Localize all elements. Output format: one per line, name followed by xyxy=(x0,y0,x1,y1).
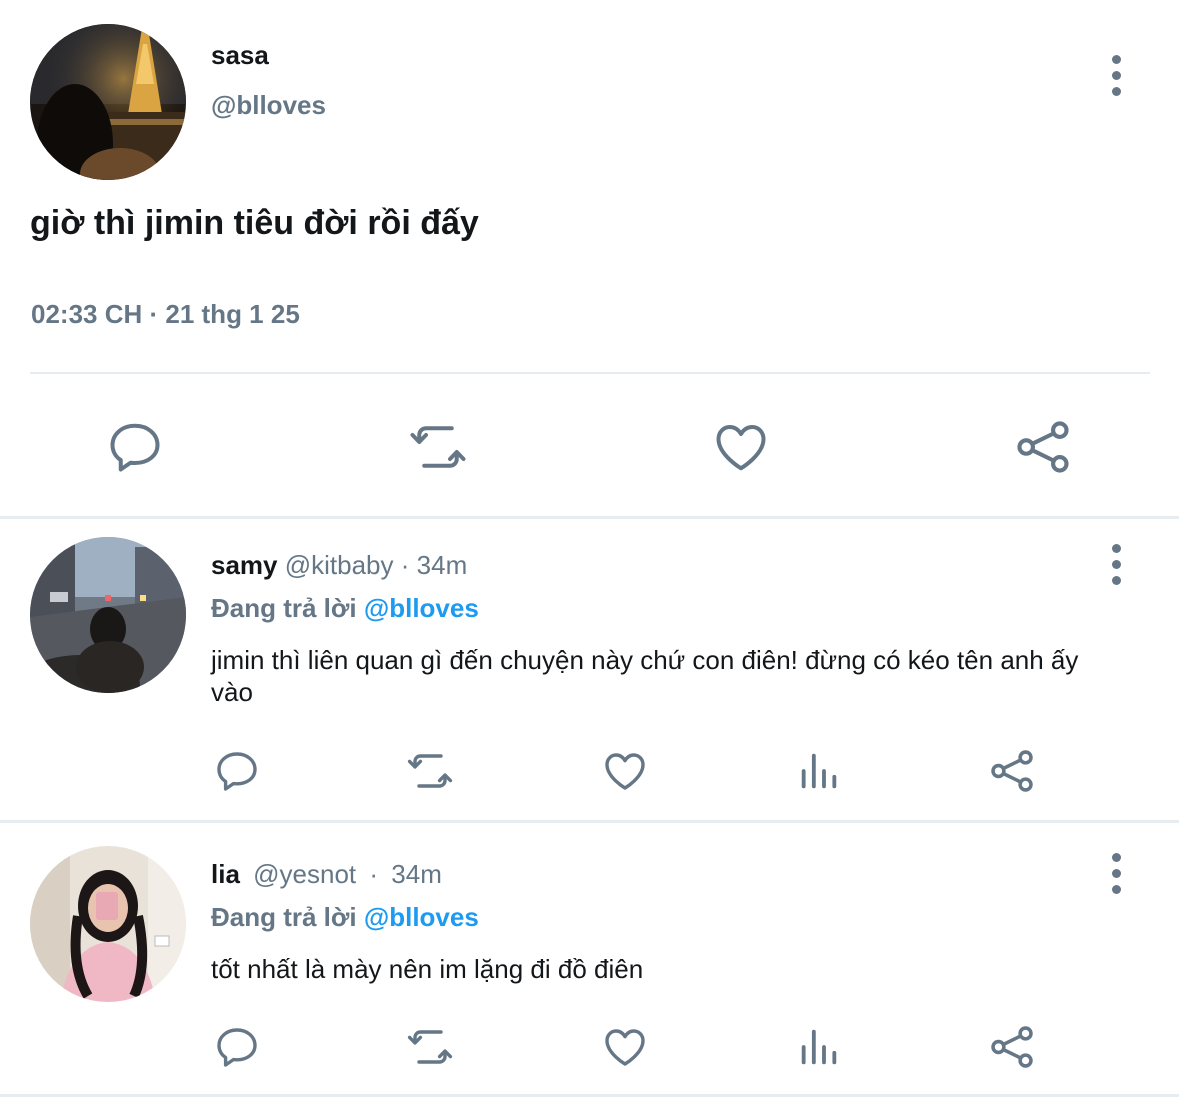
more-options-icon[interactable] xyxy=(1096,843,1136,903)
reply-icon[interactable] xyxy=(210,1020,264,1074)
avatar[interactable] xyxy=(30,24,186,180)
author-name[interactable]: samy xyxy=(211,550,278,580)
selfie-photo xyxy=(30,846,186,1002)
separator-dot: · xyxy=(369,859,379,889)
reply-icon[interactable] xyxy=(100,412,170,482)
reply-icon[interactable] xyxy=(210,744,264,798)
author-handle[interactable]: @kitbaby xyxy=(285,550,394,580)
like-icon[interactable] xyxy=(597,1020,653,1074)
reply-time[interactable]: 34m xyxy=(417,550,468,580)
replying-prefix: Đang trả lời xyxy=(211,902,357,932)
reply-header: lia @yesnot · 34m xyxy=(211,859,442,890)
replying-to-line: Đang trả lời @blloves xyxy=(211,593,479,624)
avatar[interactable] xyxy=(30,537,186,693)
views-icon[interactable] xyxy=(794,1020,844,1074)
avatar[interactable] xyxy=(30,846,186,1002)
retweet-icon[interactable] xyxy=(400,1020,460,1074)
tweet-timestamp[interactable]: 02:33 CH · 21 thg 1 25 xyxy=(31,299,300,330)
retweet-icon[interactable] xyxy=(402,412,474,482)
section-divider xyxy=(0,516,1179,519)
more-options-icon[interactable] xyxy=(1096,45,1136,105)
reply-time[interactable]: 34m xyxy=(391,859,442,889)
like-icon[interactable] xyxy=(706,412,776,482)
author-name[interactable]: sasa xyxy=(211,40,269,71)
replying-prefix: Đang trả lời xyxy=(211,593,357,623)
replying-to-handle[interactable]: @blloves xyxy=(364,593,479,623)
separator-dot: · xyxy=(400,550,410,580)
share-icon[interactable] xyxy=(985,744,1039,798)
author-name[interactable]: lia xyxy=(211,859,240,889)
street-photo xyxy=(30,537,186,693)
like-icon[interactable] xyxy=(597,744,653,798)
replying-to-handle[interactable]: @blloves xyxy=(364,902,479,932)
divider xyxy=(30,372,1150,374)
more-options-icon[interactable] xyxy=(1096,534,1136,594)
section-divider xyxy=(0,820,1179,823)
author-handle[interactable]: @yesnot xyxy=(253,859,356,889)
eiffel-photo xyxy=(30,24,186,180)
tweet-text: giờ thì jimin tiêu đời rồi đấy xyxy=(30,204,479,242)
share-icon[interactable] xyxy=(1008,412,1078,482)
views-icon[interactable] xyxy=(794,744,844,798)
reply-header: samy @kitbaby · 34m xyxy=(211,550,467,581)
replying-to-line: Đang trả lời @blloves xyxy=(211,902,479,933)
author-handle[interactable]: @blloves xyxy=(211,90,326,121)
section-divider xyxy=(0,1094,1179,1097)
retweet-icon[interactable] xyxy=(400,744,460,798)
reply-text: jimin thì liên quan gì đến chuyện này ch… xyxy=(211,645,1079,707)
share-icon[interactable] xyxy=(985,1020,1039,1074)
reply-text: tốt nhất là mày nên im lặng đi đồ điên xyxy=(211,954,644,984)
